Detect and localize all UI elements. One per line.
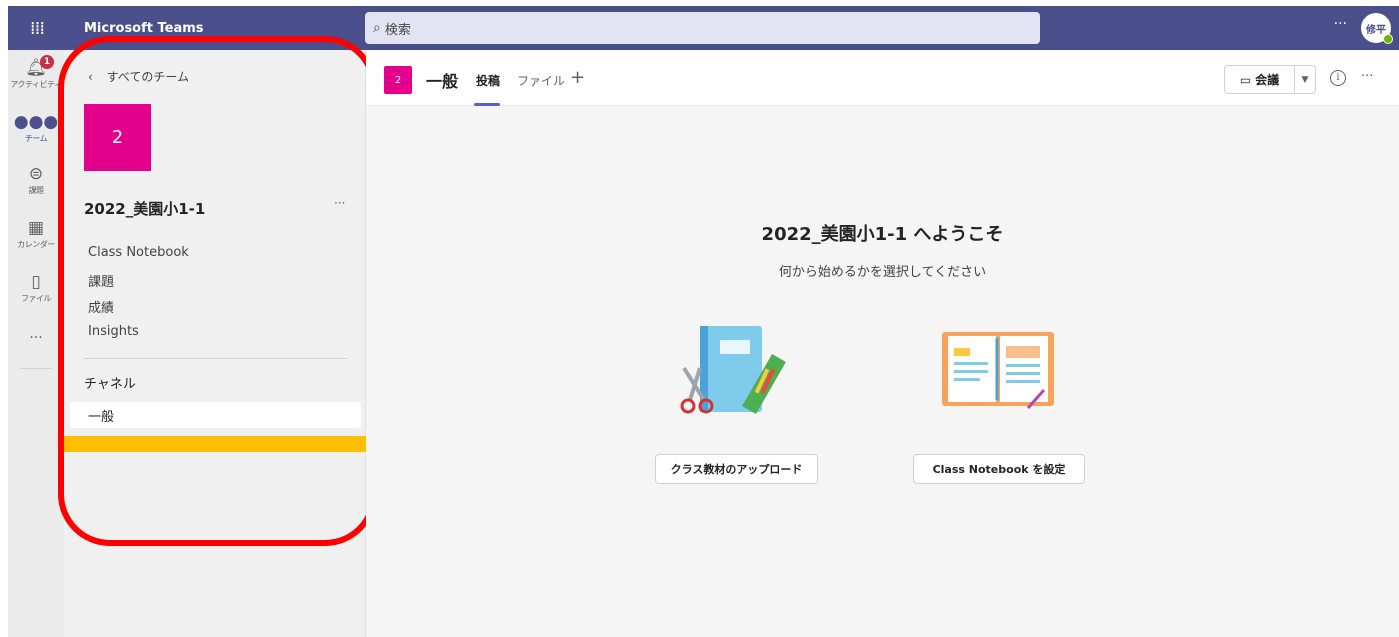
- rail-item-label: 課題: [28, 186, 45, 195]
- info-icon[interactable]: i: [1330, 70, 1346, 86]
- calendar-icon: ▦: [27, 218, 45, 238]
- notification-badge: 1: [40, 55, 54, 69]
- class-notebook-illustration: [942, 332, 1054, 409]
- settings-more-button[interactable]: ···: [1334, 16, 1347, 32]
- rail-item-assignments[interactable]: ⊜ 課題: [8, 164, 64, 196]
- presence-available-icon: [1383, 34, 1393, 44]
- search-icon: ⌕: [373, 20, 381, 36]
- header-more-button[interactable]: ···: [1361, 69, 1373, 84]
- app-launcher-icon[interactable]: ⁞⁞⁞: [8, 6, 66, 50]
- backpack-icon: ⊜: [28, 164, 44, 184]
- back-to-all-teams-link[interactable]: ‹ すべてのチーム: [88, 68, 189, 85]
- search-placeholder: 検索: [384, 22, 411, 38]
- team-name: 2022_美園小1-1: [84, 200, 206, 218]
- channel-title: 一般: [426, 72, 459, 91]
- channel-item-general[interactable]: 一般: [70, 402, 361, 428]
- app-title: Microsoft Teams: [84, 20, 204, 36]
- rail-item-teams[interactable]: ●●● チーム: [8, 112, 64, 144]
- active-tab-indicator: [474, 103, 500, 106]
- channels-header: チャネル: [84, 377, 136, 392]
- tab-files[interactable]: ファイル: [517, 72, 565, 89]
- nav-link-grades[interactable]: 成績: [88, 297, 114, 316]
- app-bar: 🔔︎ 1 アクティビティ ●●● チーム ⊜ 課題 ▦ カレンダー ▯ ファイル…: [8, 50, 64, 637]
- rail-item-label: アクティビティ: [10, 80, 62, 89]
- team-panel: ‹ すべてのチーム 2 2022_美園小1-1 ··· Class Notebo…: [58, 36, 377, 637]
- rail-item-label: チーム: [24, 134, 48, 143]
- avatar-initials: 修平: [1366, 24, 1386, 36]
- highlight-annotation: [62, 436, 371, 452]
- panel-divider: [84, 358, 347, 359]
- search-input[interactable]: ⌕ 検索: [365, 12, 1040, 44]
- add-tab-button[interactable]: +: [570, 67, 585, 88]
- title-bar: ⁞⁞⁞ Microsoft Teams ⌕ 検索 ··· 修平: [8, 6, 1399, 50]
- welcome-title: 2022_美園小1-1 へようこそ: [761, 224, 1004, 245]
- chevron-left-icon: ‹: [88, 70, 93, 84]
- meet-button[interactable]: ▭ 会議 ▼: [1224, 65, 1316, 94]
- rail-more-apps-button[interactable]: ···: [8, 330, 64, 346]
- rail-divider: [20, 368, 52, 369]
- file-icon: ▯: [31, 272, 41, 292]
- channel-header: 2 一般 投稿 ファイル + ▭ 会議 ▼ i ···: [366, 50, 1399, 106]
- team-avatar-tile: 2: [84, 104, 151, 171]
- chevron-down-icon[interactable]: ▼: [1295, 75, 1315, 85]
- channel-content: 2 一般 投稿 ファイル + ▭ 会議 ▼ i ··· 2022_美園小1-1 …: [366, 50, 1399, 637]
- nav-link-assignments[interactable]: 課題: [88, 271, 114, 290]
- upload-materials-illustration: [680, 326, 786, 414]
- video-camera-icon: ▭: [1239, 72, 1252, 87]
- meet-now-button[interactable]: ▭ 会議: [1225, 66, 1295, 93]
- back-label: すべてのチーム: [106, 70, 189, 84]
- upload-materials-button[interactable]: クラス教材のアップロード: [655, 454, 818, 484]
- rail-item-activity[interactable]: 🔔︎ 1 アクティビティ: [8, 55, 64, 90]
- rail-item-files[interactable]: ▯ ファイル: [8, 272, 64, 304]
- setup-class-notebook-button[interactable]: Class Notebook を設定: [913, 454, 1085, 484]
- teams-icon: ●●●: [13, 112, 59, 132]
- bell-icon: 🔔︎: [25, 58, 47, 78]
- rail-item-label: ファイル: [21, 294, 52, 303]
- channel-team-tile: 2: [384, 66, 412, 94]
- rail-item-calendar[interactable]: ▦ カレンダー: [8, 218, 64, 250]
- tab-posts[interactable]: 投稿: [476, 72, 500, 89]
- channel-label: 一般: [88, 410, 115, 425]
- nav-link-insights[interactable]: Insights: [88, 324, 139, 339]
- team-more-options-button[interactable]: ···: [334, 196, 345, 210]
- avatar[interactable]: 修平: [1361, 13, 1393, 44]
- welcome-subtitle: 何から始めるかを選択してください: [778, 265, 987, 280]
- nav-link-class-notebook[interactable]: Class Notebook: [88, 245, 189, 260]
- meet-label: 会議: [1255, 73, 1280, 87]
- rail-item-label: カレンダー: [17, 240, 55, 249]
